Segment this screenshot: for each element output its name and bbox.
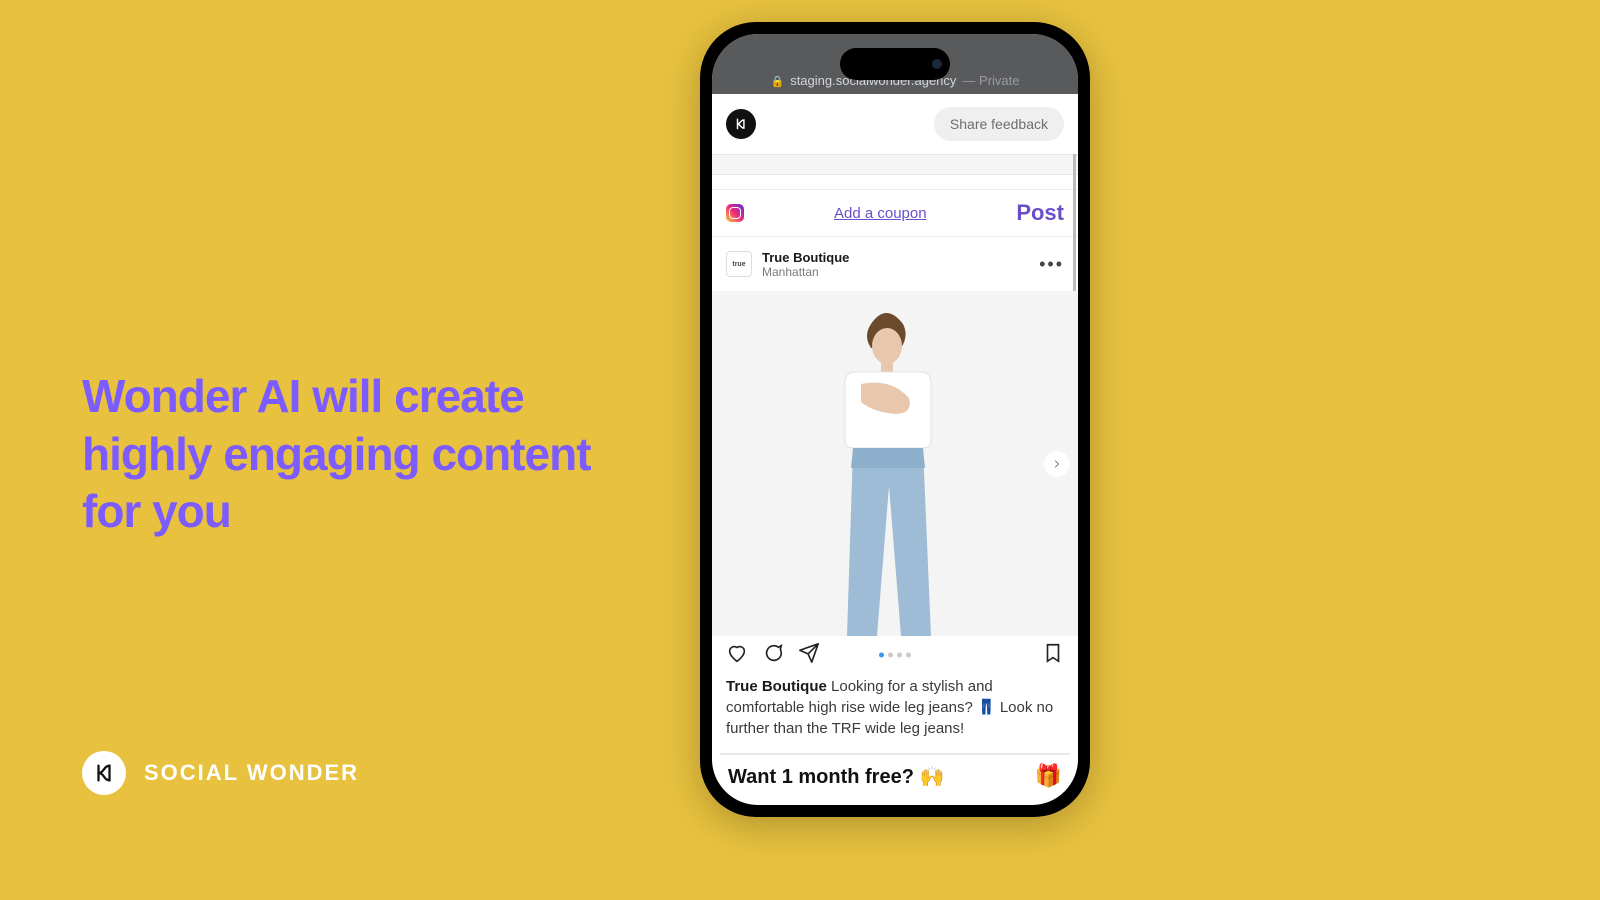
promo-text: Want 1 month free? 🙌 xyxy=(728,764,944,789)
brand-wordmark: SOCIAL WONDER xyxy=(144,760,359,786)
spacer xyxy=(712,175,1078,189)
post-more-icon[interactable]: ••• xyxy=(1039,254,1064,275)
phone-screen: 🔒 staging.socialwonder.agency — Private … xyxy=(712,34,1078,805)
instagram-icon xyxy=(726,204,744,222)
post-caption: True Boutique Looking for a stylish and … xyxy=(712,674,1078,749)
post-location[interactable]: Manhattan xyxy=(762,265,849,279)
add-coupon-link[interactable]: Add a coupon xyxy=(834,205,927,222)
share-icon[interactable] xyxy=(798,642,820,669)
carousel-next-button[interactable] xyxy=(1044,451,1070,477)
app-header: Share feedback xyxy=(712,94,1078,154)
bookmark-icon[interactable] xyxy=(1042,642,1064,669)
post-avatar[interactable]: true xyxy=(726,251,752,277)
headline: Wonder AI will create highly engaging co… xyxy=(82,368,642,541)
footer-brand: SOCIAL WONDER xyxy=(82,751,359,795)
spacer xyxy=(712,155,1078,175)
like-icon[interactable] xyxy=(726,642,748,669)
post-image[interactable] xyxy=(712,291,1078,636)
share-feedback-button[interactable]: Share feedback xyxy=(934,107,1064,141)
post-label[interactable]: Post xyxy=(1016,200,1064,226)
post-account-name[interactable]: True Boutique xyxy=(762,250,849,265)
dynamic-island xyxy=(840,48,950,80)
coupon-row: Add a coupon Post xyxy=(712,189,1078,237)
comment-icon[interactable] xyxy=(762,642,784,669)
post-header: true True Boutique Manhattan ••• xyxy=(712,237,1078,291)
caption-username[interactable]: True Boutique xyxy=(726,678,827,695)
phone-frame: 🔒 staging.socialwonder.agency — Private … xyxy=(700,22,1090,817)
browser-private-label: — Private xyxy=(962,73,1019,88)
promo-banner[interactable]: Want 1 month free? 🙌 🎁 xyxy=(720,753,1070,789)
model-illustration xyxy=(811,306,961,636)
gift-icon: 🎁 xyxy=(1035,763,1062,789)
brand-logo-icon xyxy=(82,751,126,795)
app-logo-icon[interactable] xyxy=(726,109,756,139)
post-actions xyxy=(712,636,1078,674)
lock-icon: 🔒 xyxy=(770,75,784,88)
carousel-dots xyxy=(879,653,911,658)
